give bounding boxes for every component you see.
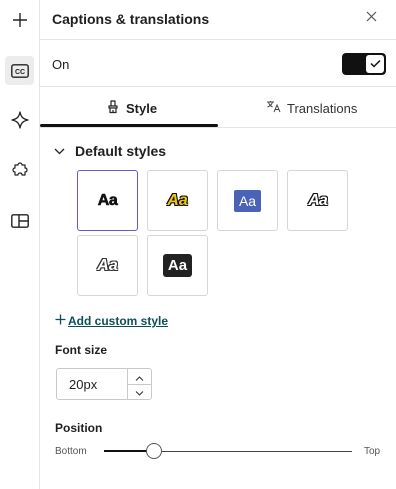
style-sample: Aa bbox=[162, 254, 193, 277]
font-size-value[interactable]: 20px bbox=[69, 377, 97, 392]
style-sample: Aa bbox=[97, 191, 118, 209]
rail-captions-button[interactable]: CC bbox=[5, 56, 34, 85]
tab-translations[interactable]: Translations bbox=[266, 88, 357, 128]
position-slider-thumb[interactable] bbox=[145, 443, 162, 459]
chevron-down-icon bbox=[54, 142, 65, 160]
toggle-label: On bbox=[52, 57, 70, 72]
rail-ai-button[interactable] bbox=[5, 105, 34, 134]
style-brush-icon bbox=[106, 99, 120, 117]
font-size-stepper[interactable]: 20px bbox=[56, 368, 152, 400]
panel-title: Captions & translations bbox=[52, 11, 210, 27]
style-sample: Aa bbox=[233, 189, 262, 212]
font-size-increase-button[interactable] bbox=[128, 369, 151, 384]
rail-layout-button[interactable] bbox=[5, 206, 34, 235]
tab-translations-label: Translations bbox=[287, 100, 358, 116]
checkmark-icon bbox=[369, 55, 381, 73]
puzzle-icon bbox=[11, 161, 29, 179]
position-label: Position bbox=[55, 421, 103, 435]
svg-text:CC: CC bbox=[14, 69, 24, 76]
tab-style[interactable]: Style bbox=[106, 88, 157, 128]
font-size-label: Font size bbox=[55, 343, 108, 357]
captions-panel: Captions & translations On Style Transla… bbox=[40, 0, 396, 489]
position-max-label: Top bbox=[364, 446, 381, 457]
active-tab-indicator bbox=[40, 124, 218, 127]
style-sample: Aa bbox=[308, 191, 327, 209]
style-option-yellow-italic[interactable]: Aa bbox=[147, 170, 208, 231]
rail-plugins-button[interactable] bbox=[5, 155, 34, 184]
default-styles-title: Default styles bbox=[75, 143, 167, 159]
style-option-dark-box[interactable]: Aa bbox=[147, 235, 208, 296]
add-custom-style-label: Add custom style bbox=[68, 314, 169, 328]
left-rail: CC bbox=[0, 0, 40, 489]
add-custom-style-link[interactable]: Add custom style bbox=[55, 314, 168, 328]
plus-icon bbox=[12, 12, 28, 28]
style-option-blue-box[interactable]: Aa bbox=[217, 170, 278, 231]
style-sample: Aa bbox=[167, 191, 188, 209]
default-styles-toggle[interactable]: Default styles bbox=[54, 142, 166, 160]
captions-toggle[interactable] bbox=[342, 53, 386, 75]
style-option-white-outline-italic[interactable]: Aa bbox=[287, 170, 348, 231]
panel-header: Captions & translations bbox=[40, 0, 396, 40]
chevron-down-icon bbox=[135, 383, 144, 401]
close-icon bbox=[366, 9, 377, 27]
style-sample: Aa bbox=[97, 256, 118, 274]
layout-icon bbox=[10, 213, 29, 228]
tab-style-label: Style bbox=[126, 100, 158, 116]
position-slider-track[interactable] bbox=[104, 443, 352, 459]
position-min-label: Bottom bbox=[55, 446, 87, 457]
rail-add-button[interactable] bbox=[5, 5, 34, 34]
plus-icon bbox=[55, 314, 66, 328]
toggle-knob bbox=[366, 55, 384, 73]
tab-bar: Style Translations bbox=[40, 88, 396, 128]
sparkle-icon bbox=[10, 110, 29, 129]
style-option-outline-black[interactable]: Aa bbox=[77, 170, 138, 231]
translate-icon bbox=[266, 100, 281, 116]
close-button[interactable] bbox=[364, 11, 378, 25]
style-option-white-outline[interactable]: Aa bbox=[77, 235, 138, 296]
closed-captions-icon: CC bbox=[10, 63, 29, 78]
font-size-decrease-button[interactable] bbox=[128, 384, 151, 399]
